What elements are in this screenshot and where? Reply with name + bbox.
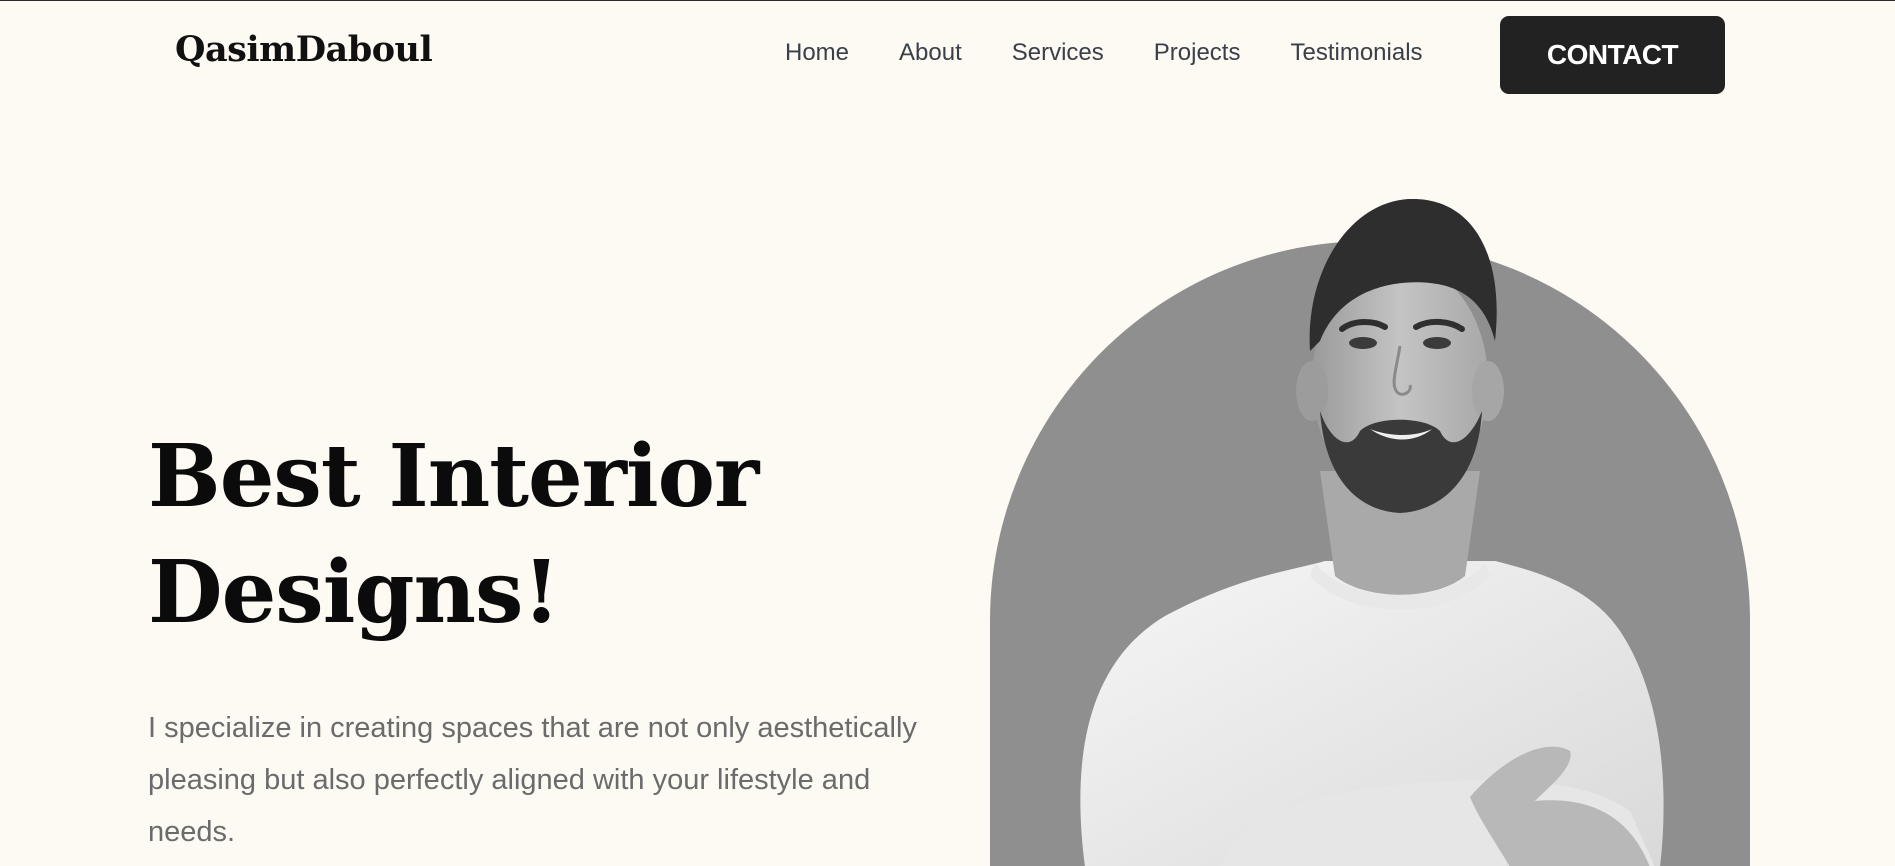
main-nav: Home About Services Projects Testimonial… <box>785 39 1423 67</box>
nav-about[interactable]: About <box>899 39 962 67</box>
nav-projects[interactable]: Projects <box>1154 39 1241 67</box>
hero-description: I specialize in creating spaces that are… <box>148 712 917 848</box>
person-portrait-icon <box>990 198 1750 866</box>
hero-title-line-1: Best Interior <box>148 426 759 527</box>
contact-button[interactable]: CONTACT <box>1500 16 1725 94</box>
logo[interactable]: QasimDaboul <box>175 29 433 70</box>
nav-services[interactable]: Services <box>1012 39 1104 67</box>
hero-title-line-2: Designs! <box>148 542 560 643</box>
nav-home[interactable]: Home <box>785 39 849 67</box>
nav-testimonials[interactable]: Testimonials <box>1290 39 1422 67</box>
portrait-image <box>990 191 1750 866</box>
hero-title: Best Interior Designs! <box>148 419 848 651</box>
